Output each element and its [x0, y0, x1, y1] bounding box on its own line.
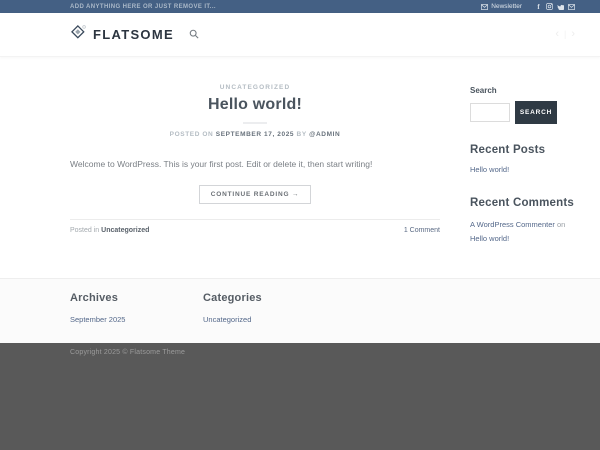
recent-post-link[interactable]: Hello world! — [470, 165, 509, 174]
title-divider — [243, 122, 267, 124]
post-footer: Posted in Uncategorized 1 Comment — [70, 219, 440, 234]
comment-author-link[interactable]: A WordPress Commenter — [470, 220, 555, 229]
category-link[interactable]: Uncategorized — [203, 315, 251, 324]
post-header: UNCATEGORIZED Hello world! POSTED ON SEP… — [70, 84, 440, 138]
facebook-icon[interactable]: f — [535, 3, 542, 10]
comments-link[interactable]: 1 Comment — [404, 227, 440, 234]
email-icon — [481, 3, 488, 10]
header-controls: ‹ | › — [555, 29, 575, 40]
recent-comments-title: Recent Comments — [470, 197, 575, 209]
main-content: UNCATEGORIZED Hello world! POSTED ON SEP… — [0, 57, 600, 278]
blog-post: UNCATEGORIZED Hello world! POSTED ON SEP… — [70, 84, 440, 278]
divider: | — [564, 30, 566, 39]
categories-widget: Categories Uncategorized — [203, 292, 336, 343]
logo-text: FLATSOME — [93, 27, 174, 42]
posted-in-category-link[interactable]: Uncategorized — [101, 227, 149, 234]
post-category-link[interactable]: UNCATEGORIZED — [70, 84, 440, 91]
site-logo[interactable]: FLATSOME — [70, 24, 174, 46]
search-input[interactable] — [470, 103, 510, 122]
search-icon[interactable] — [189, 26, 199, 44]
continue-wrap: CONTINUE READING → — [70, 183, 440, 204]
meta-by: BY — [297, 131, 307, 138]
archive-link[interactable]: September 2025 — [70, 315, 125, 324]
topbar-message: ADD ANYTHING HERE OR JUST REMOVE IT... — [70, 4, 216, 10]
search-button[interactable]: SEARCH — [515, 101, 557, 124]
continue-reading-button[interactable]: CONTINUE READING → — [199, 185, 311, 204]
comment-post-link[interactable]: Hello world! — [470, 234, 509, 243]
post-meta: POSTED ON SEPTEMBER 17, 2025 BY @ADMIN — [70, 131, 440, 138]
recent-posts-title: Recent Posts — [470, 144, 575, 156]
search-widget-label: Search — [470, 86, 575, 95]
site-header: FLATSOME ‹ | › — [0, 13, 600, 57]
categories-title: Categories — [203, 292, 336, 304]
posted-in: Posted in Uncategorized — [70, 227, 149, 234]
meta-author-link[interactable]: @ADMIN — [309, 131, 340, 138]
absolute-footer: Copyright 2025 © Flatsome Theme — [0, 343, 600, 450]
comment-on-word: on — [557, 220, 565, 229]
twitter-icon[interactable] — [557, 3, 564, 10]
meta-date-link[interactable]: SEPTEMBER 17, 2025 — [216, 131, 294, 138]
topbar: ADD ANYTHING HERE OR JUST REMOVE IT... N… — [0, 0, 600, 13]
mail-icon[interactable] — [568, 3, 575, 10]
flatsome-diamond-icon — [70, 24, 87, 46]
archives-widget: Archives September 2025 — [70, 292, 203, 343]
copyright-text: Copyright 2025 © Flatsome Theme — [70, 349, 600, 356]
chevron-left-icon[interactable]: ‹ — [555, 29, 559, 40]
posted-in-prefix: Posted in — [70, 227, 99, 234]
instagram-icon[interactable] — [546, 3, 553, 10]
meta-posted-on: POSTED ON — [170, 131, 214, 138]
post-excerpt: Welcome to WordPress. This is your first… — [70, 159, 440, 171]
chevron-right-icon[interactable]: › — [571, 29, 575, 40]
recent-comment-item: A WordPress Commenter on Hello world! — [470, 218, 575, 246]
newsletter-label: Newsletter — [491, 3, 522, 10]
post-title[interactable]: Hello world! — [70, 96, 440, 114]
newsletter-link[interactable]: Newsletter — [477, 3, 522, 10]
archives-title: Archives — [70, 292, 203, 304]
search-row: SEARCH — [470, 101, 575, 124]
footer-widgets: Archives September 2025 Categories Uncat… — [0, 278, 600, 343]
topbar-right: Newsletter f — [477, 3, 575, 10]
sidebar: Search SEARCH Recent Posts Hello world! … — [470, 84, 575, 278]
